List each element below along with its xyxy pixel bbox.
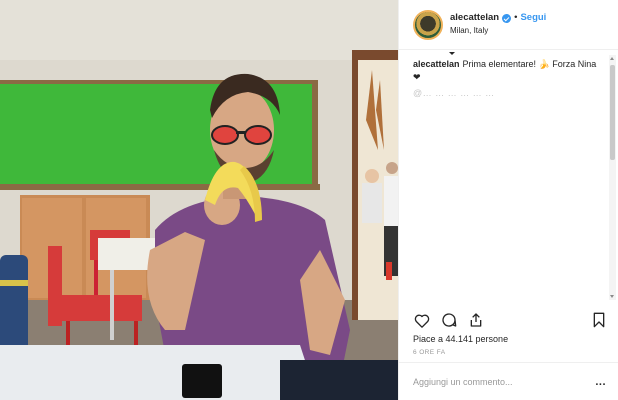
comments-area: alecattelan Prima elementare! 🍌 Forza Nin… bbox=[413, 52, 608, 302]
bookmark-icon[interactable] bbox=[590, 311, 608, 329]
header-row: alecattelan • Segui bbox=[450, 13, 546, 24]
likes-count[interactable]: Piace a 44.141 persone bbox=[413, 334, 508, 344]
verified-badge-icon bbox=[502, 14, 512, 24]
caption-username[interactable]: alecattelan bbox=[413, 59, 460, 69]
scrollbar-thumb[interactable] bbox=[610, 65, 615, 160]
heart-icon[interactable] bbox=[413, 311, 431, 329]
location-link[interactable]: Milan, Italy bbox=[450, 26, 546, 35]
photo-illustration bbox=[0, 0, 398, 400]
post-header: alecattelan • Segui Milan, Italy bbox=[399, 0, 618, 50]
post-photo[interactable] bbox=[0, 0, 398, 400]
comments-scrollbar[interactable] bbox=[609, 55, 616, 300]
separator-dot: • bbox=[514, 12, 518, 24]
post-timestamp[interactable]: 6 ORE FA bbox=[413, 349, 445, 356]
post-caption: alecattelan Prima elementare! 🍌 Forza Nin… bbox=[413, 58, 608, 84]
more-options-icon[interactable]: ... bbox=[595, 376, 606, 388]
username-link[interactable]: alecattelan bbox=[450, 13, 499, 24]
comment-input[interactable] bbox=[413, 376, 596, 387]
comment-icon[interactable] bbox=[440, 311, 458, 329]
post-side-panel: alecattelan • Segui Milan, Italy alecatt… bbox=[398, 0, 618, 400]
add-comment-section: ... bbox=[399, 362, 618, 400]
share-icon[interactable] bbox=[467, 311, 485, 329]
post-actions bbox=[413, 310, 608, 330]
header-text: alecattelan • Segui Milan, Italy bbox=[450, 13, 546, 36]
caption-continued: @… … … … … … bbox=[413, 88, 495, 98]
follow-button[interactable]: Segui bbox=[520, 13, 546, 24]
scroll-down-arrow-icon[interactable] bbox=[610, 295, 614, 298]
scroll-up-arrow-icon[interactable] bbox=[610, 57, 614, 60]
chevron-down-icon[interactable] bbox=[449, 52, 455, 55]
user-avatar[interactable] bbox=[413, 9, 443, 40]
